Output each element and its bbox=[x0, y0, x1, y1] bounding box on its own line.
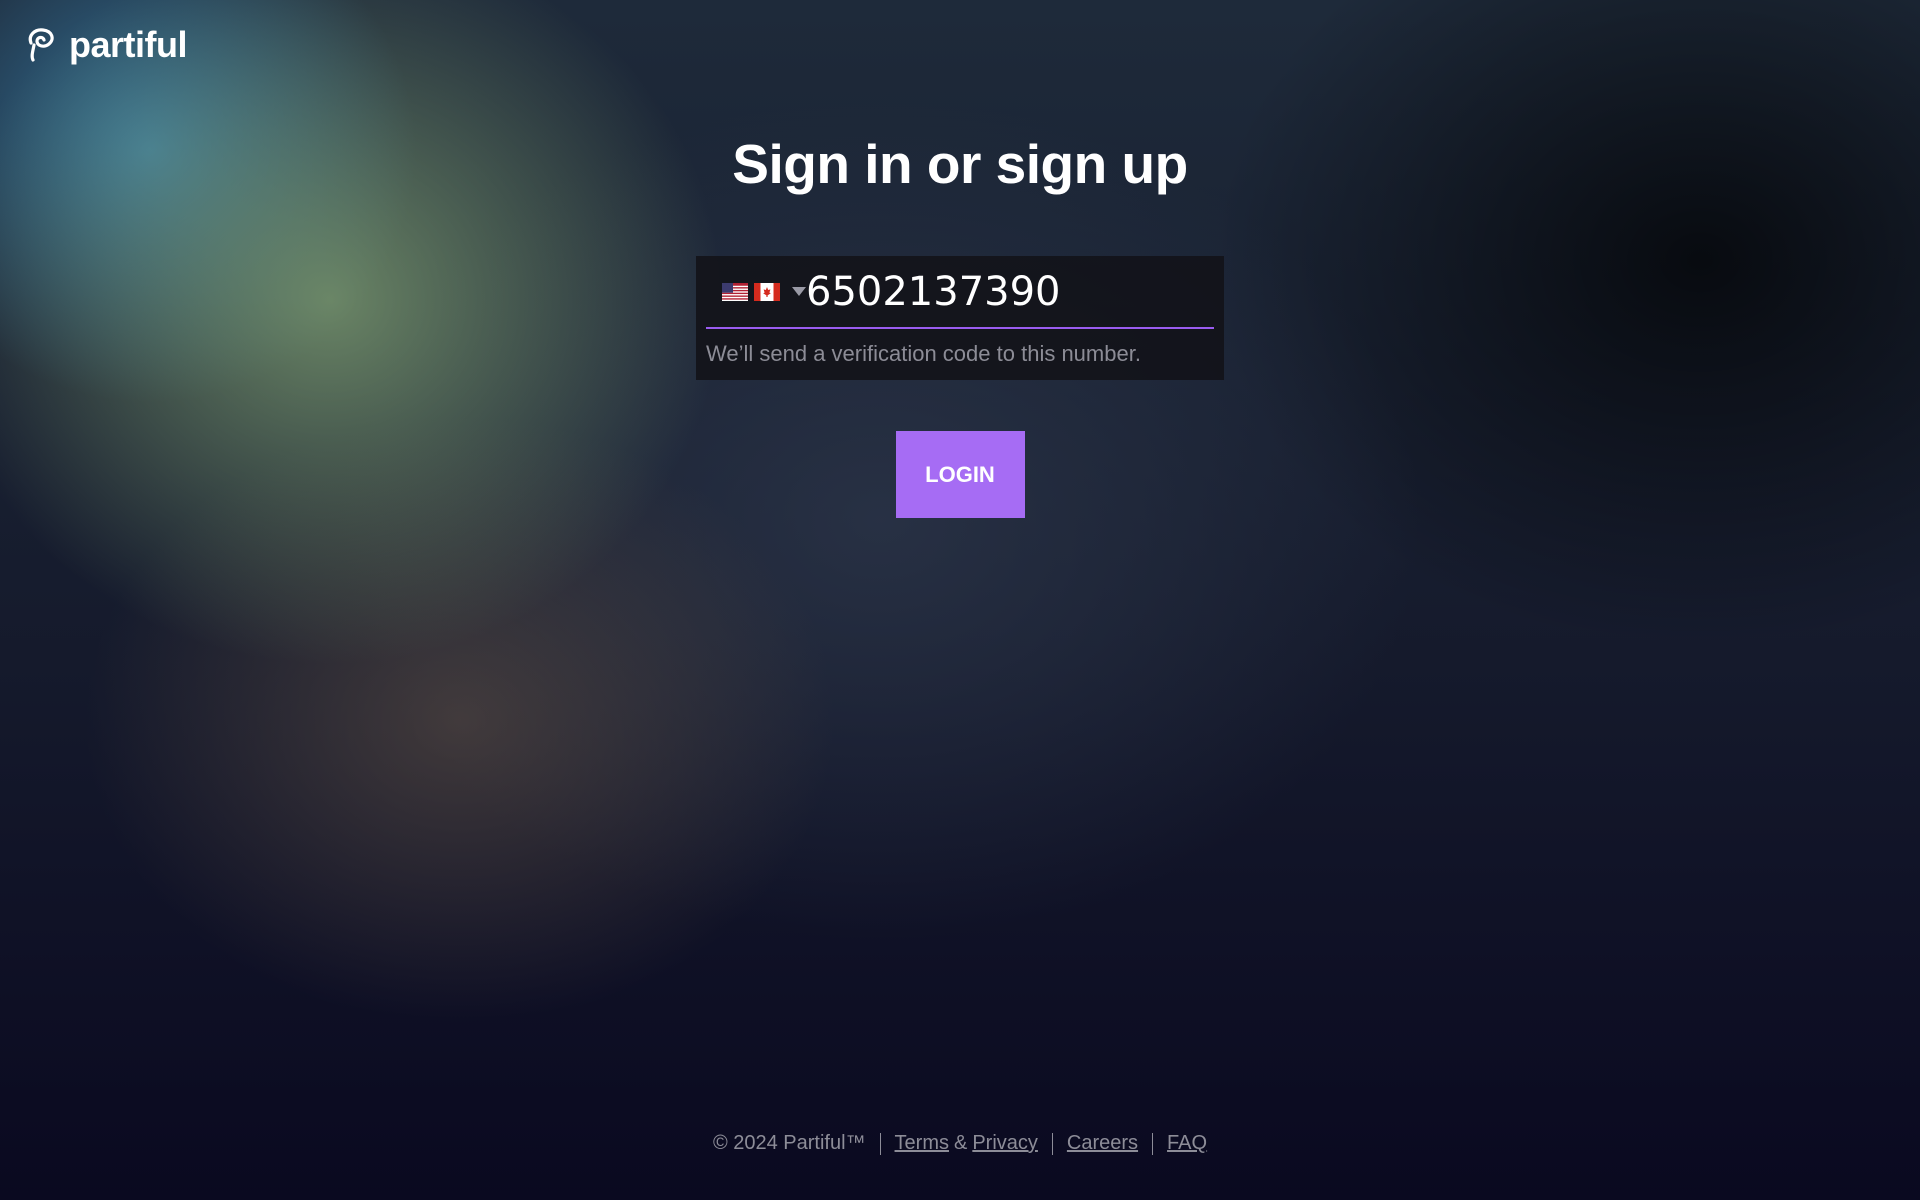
phone-number-input[interactable] bbox=[806, 261, 1305, 322]
footer: © 2024 Partiful™ Terms & Privacy Careers… bbox=[0, 1132, 1920, 1155]
country-code-select[interactable] bbox=[706, 282, 806, 301]
phone-form: We’ll send a verification code to this n… bbox=[696, 256, 1305, 380]
footer-divider bbox=[879, 1132, 881, 1155]
sign-in-panel: Sign in or sign up 6502137390 We’ll send… bbox=[0, 0, 1920, 518]
ca-flag-icon bbox=[754, 282, 780, 301]
footer-divider bbox=[1152, 1132, 1154, 1155]
page-title: Sign in or sign up bbox=[732, 133, 1188, 195]
ampersand-text: & bbox=[953, 1132, 968, 1154]
phone-field-row bbox=[706, 256, 1305, 329]
phone-helper-text: We’ll send a verification code to this n… bbox=[706, 341, 1141, 366]
us-flag-icon bbox=[722, 282, 748, 301]
chevron-down-icon bbox=[792, 287, 806, 296]
footer-divider bbox=[1051, 1132, 1053, 1155]
privacy-link[interactable]: Privacy bbox=[972, 1132, 1038, 1155]
login-button[interactable]: LOGIN bbox=[895, 431, 1025, 518]
faq-link[interactable]: FAQ bbox=[1167, 1132, 1207, 1155]
careers-link[interactable]: Careers bbox=[1067, 1132, 1138, 1155]
terms-link[interactable]: Terms bbox=[895, 1132, 949, 1155]
copyright-text: © 2024 Partiful™ bbox=[712, 1132, 866, 1154]
